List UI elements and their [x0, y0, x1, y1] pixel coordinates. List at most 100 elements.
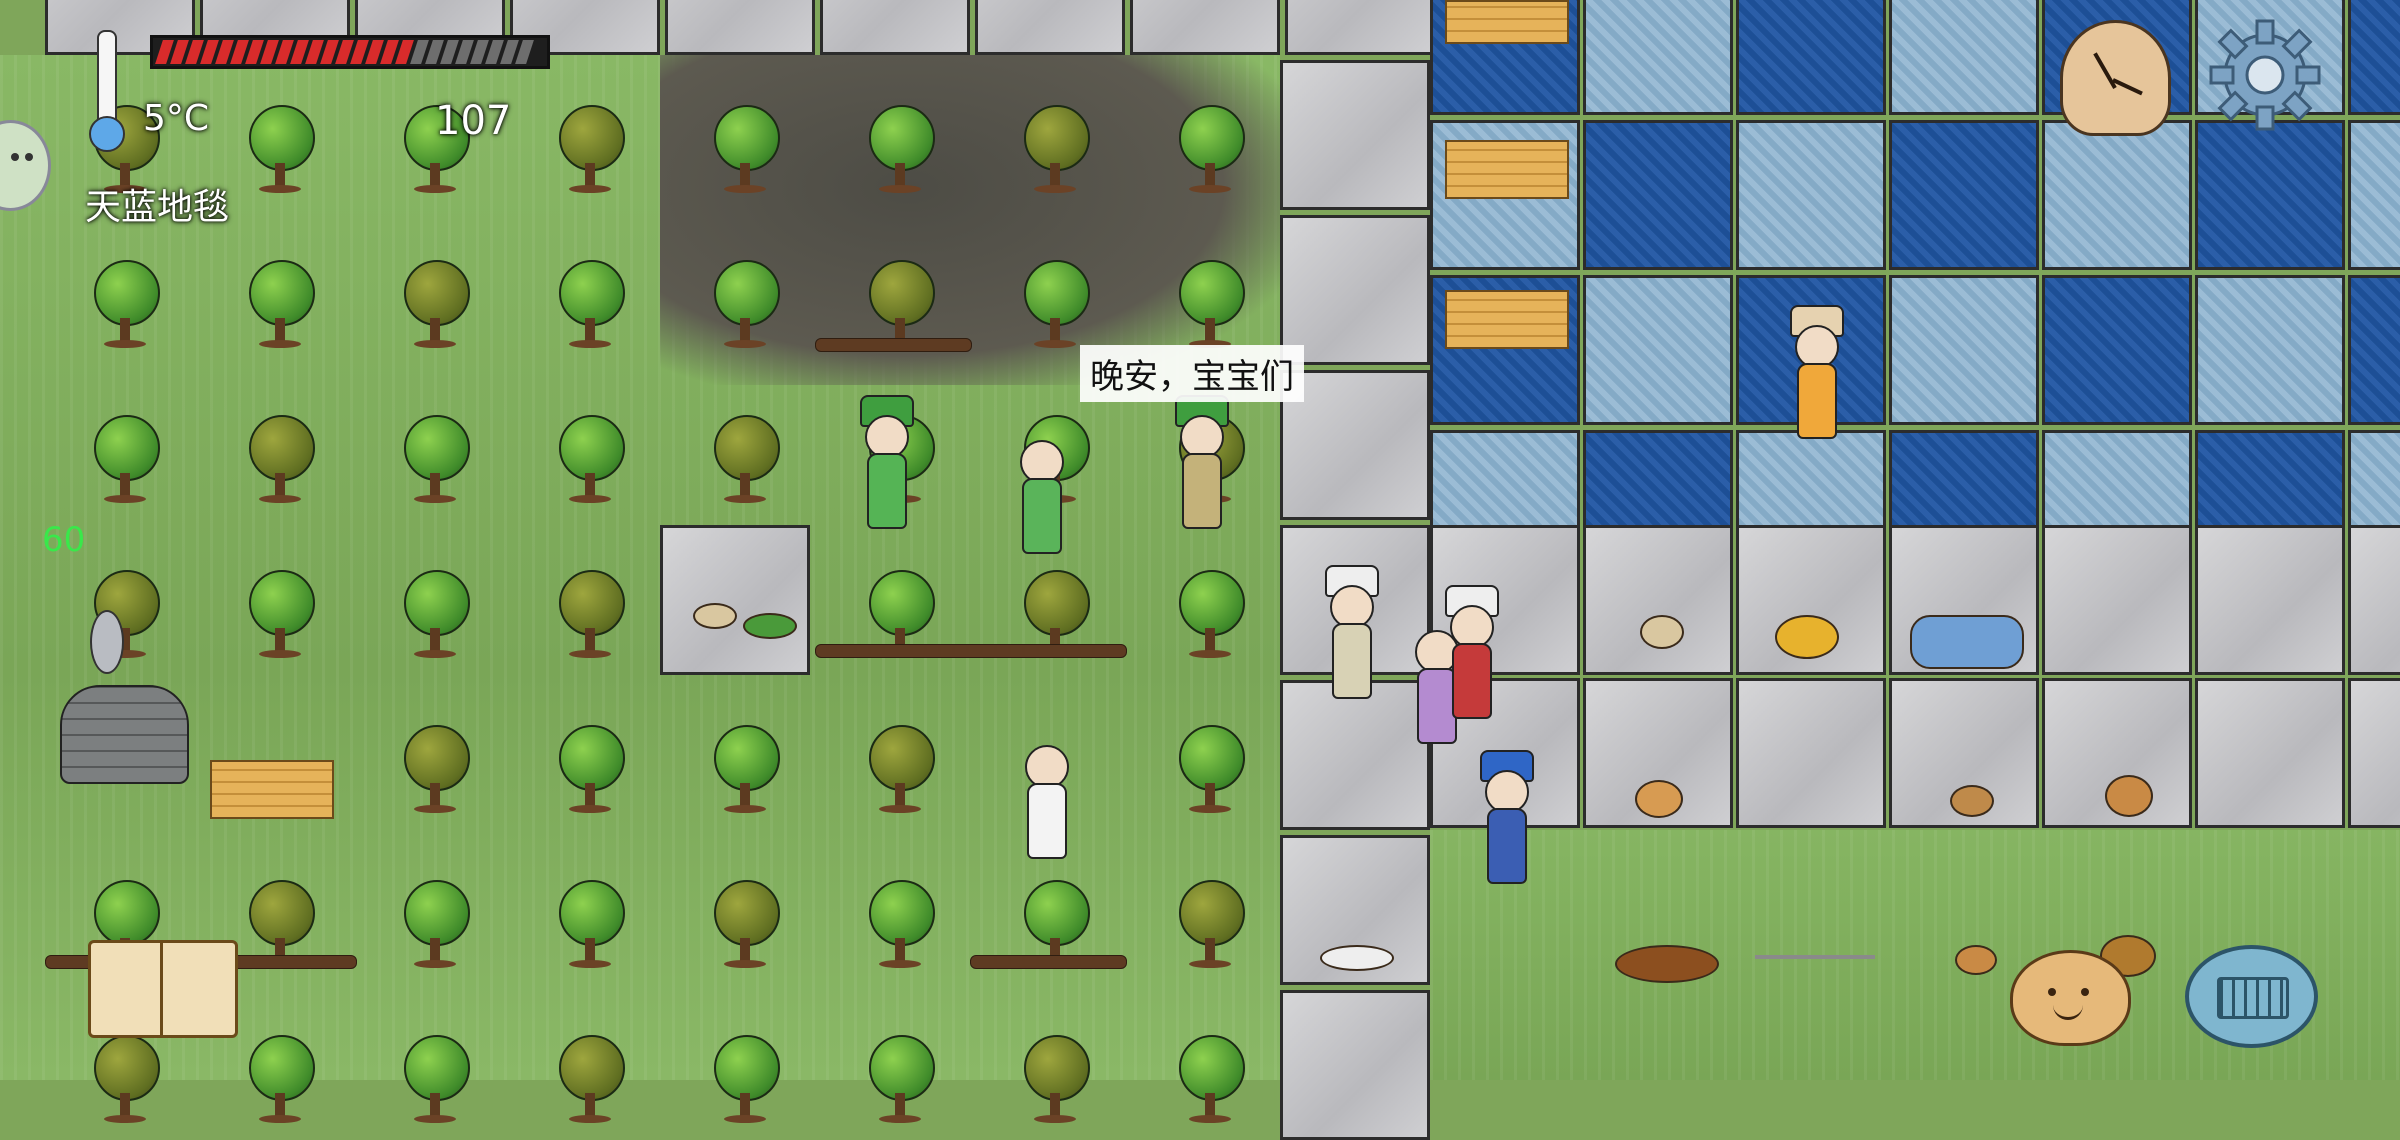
- blue-carpet-tile[interactable]: [2042, 275, 2192, 425]
- clay-bowl[interactable]: [1950, 785, 1994, 817]
- berry-bush[interactable]: [865, 725, 935, 815]
- blue-carpet-roll[interactable]: [1910, 615, 2024, 669]
- berry-bush[interactable]: [865, 105, 935, 195]
- stone-floor-tile[interactable]: [665, 0, 815, 55]
- berry-bush[interactable]: [865, 260, 935, 350]
- green-cloth[interactable]: [743, 613, 797, 639]
- stone-floor-tile[interactable]: [1583, 525, 1733, 675]
- rabbit-bones[interactable]: [1640, 615, 1684, 649]
- recipe-book-icon[interactable]: [88, 940, 238, 1040]
- soil-furrow[interactable]: [815, 644, 1127, 658]
- clay-bowl[interactable]: [1955, 945, 1997, 975]
- berry-bush[interactable]: [1020, 260, 1090, 350]
- blue-carpet-tile[interactable]: [1736, 0, 1886, 115]
- berry-bush[interactable]: [710, 725, 780, 815]
- stone-floor-tile[interactable]: [1280, 215, 1430, 365]
- light-blue-carpet-tile[interactable]: [2042, 120, 2192, 270]
- stone-floor-tile[interactable]: [975, 0, 1125, 55]
- berry-bush[interactable]: [710, 260, 780, 350]
- clock-icon[interactable]: [2060, 20, 2171, 136]
- stone-floor-tile[interactable]: [1130, 0, 1280, 55]
- berry-bush[interactable]: [1175, 725, 1245, 815]
- water-well[interactable]: [55, 610, 190, 785]
- stone-floor-tile[interactable]: [2195, 678, 2345, 828]
- berry-bush[interactable]: [1175, 105, 1245, 195]
- berry-bush[interactable]: [710, 1035, 780, 1125]
- villager-red-dress[interactable]: [1440, 585, 1500, 735]
- light-blue-carpet-tile[interactable]: [2348, 120, 2400, 270]
- berry-bush[interactable]: [400, 570, 470, 660]
- villager-white-apron[interactable]: [1015, 725, 1075, 875]
- wooden-crate[interactable]: [210, 760, 334, 819]
- stone-floor-tile[interactable]: [1736, 678, 1886, 828]
- stone-floor-tile[interactable]: [2348, 525, 2400, 675]
- light-blue-carpet-tile[interactable]: [1736, 120, 1886, 270]
- berry-bush[interactable]: [555, 1035, 625, 1125]
- berry-bush[interactable]: [90, 260, 160, 350]
- villager-blue-hat[interactable]: [1475, 750, 1535, 900]
- berry-bush[interactable]: [90, 1035, 160, 1125]
- berry-bush[interactable]: [400, 880, 470, 970]
- berry-bush[interactable]: [710, 105, 780, 195]
- blue-carpet-tile[interactable]: [2195, 120, 2345, 270]
- dung-pile[interactable]: [1615, 945, 1719, 983]
- stone-floor-tile[interactable]: [820, 0, 970, 55]
- soil-furrow[interactable]: [815, 338, 972, 352]
- blue-carpet-tile[interactable]: [2348, 0, 2400, 115]
- stone-floor-tile[interactable]: [2348, 678, 2400, 828]
- berry-bush[interactable]: [400, 1035, 470, 1125]
- berry-bush[interactable]: [1020, 105, 1090, 195]
- blue-carpet-tile[interactable]: [1583, 120, 1733, 270]
- stone-floor-tile[interactable]: [2195, 525, 2345, 675]
- rabbit-bones[interactable]: [693, 603, 737, 629]
- wool-scrap[interactable]: [1320, 945, 1394, 971]
- berry-bush[interactable]: [245, 415, 315, 505]
- berry-bush[interactable]: [1175, 260, 1245, 350]
- berry-bush[interactable]: [245, 570, 315, 660]
- berry-bush[interactable]: [400, 260, 470, 350]
- light-blue-carpet-tile[interactable]: [1889, 275, 2039, 425]
- stone-floor-tile[interactable]: [1285, 0, 1435, 55]
- berry-bush[interactable]: [245, 1035, 315, 1125]
- berry-bush[interactable]: [400, 725, 470, 815]
- villager-green-tophat[interactable]: [855, 395, 915, 545]
- light-blue-carpet-tile[interactable]: [1889, 0, 2039, 115]
- berry-bush[interactable]: [710, 880, 780, 970]
- berry-bush[interactable]: [865, 880, 935, 970]
- light-blue-carpet-tile[interactable]: [1583, 275, 1733, 425]
- straw-hat[interactable]: [1775, 615, 1839, 659]
- berry-bush[interactable]: [555, 880, 625, 970]
- villager-white-hat[interactable]: [1320, 565, 1380, 715]
- pie-stack[interactable]: [1635, 780, 1683, 818]
- berry-bush[interactable]: [1175, 570, 1245, 660]
- berry-bush[interactable]: [1020, 1035, 1090, 1125]
- stone-floor-tile[interactable]: [1280, 990, 1430, 1140]
- keyboard-icon[interactable]: [2185, 945, 2318, 1048]
- berry-bush[interactable]: [555, 260, 625, 350]
- wooden-crate[interactable]: [1445, 140, 1569, 199]
- villager-orange-vest[interactable]: [1785, 305, 1845, 455]
- villager-green-shirt[interactable]: [1010, 420, 1070, 570]
- berry-bush[interactable]: [1175, 880, 1245, 970]
- stone-floor-tile[interactable]: [660, 525, 810, 675]
- smiley-face-icon[interactable]: [2010, 950, 2131, 1046]
- stone-floor-tile[interactable]: [1280, 60, 1430, 210]
- light-blue-carpet-tile[interactable]: [2195, 275, 2345, 425]
- berry-bush[interactable]: [555, 725, 625, 815]
- blue-carpet-tile[interactable]: [1889, 120, 2039, 270]
- berry-bush[interactable]: [245, 105, 315, 195]
- berry-bush[interactable]: [1175, 1035, 1245, 1125]
- berry-bush[interactable]: [710, 415, 780, 505]
- wooden-crate[interactable]: [1445, 290, 1569, 349]
- berry-bush[interactable]: [865, 1035, 935, 1125]
- berry-bush[interactable]: [400, 415, 470, 505]
- villager-green-tophat-cloak[interactable]: [1170, 395, 1230, 545]
- berry-bush[interactable]: [555, 570, 625, 660]
- berry-bush[interactable]: [555, 415, 625, 505]
- stone-floor-tile[interactable]: [2042, 525, 2192, 675]
- berry-bush[interactable]: [90, 415, 160, 505]
- light-blue-carpet-tile[interactable]: [1583, 0, 1733, 115]
- berry-bush[interactable]: [245, 260, 315, 350]
- wooden-crate[interactable]: [1445, 0, 1569, 44]
- soil-furrow[interactable]: [970, 955, 1127, 969]
